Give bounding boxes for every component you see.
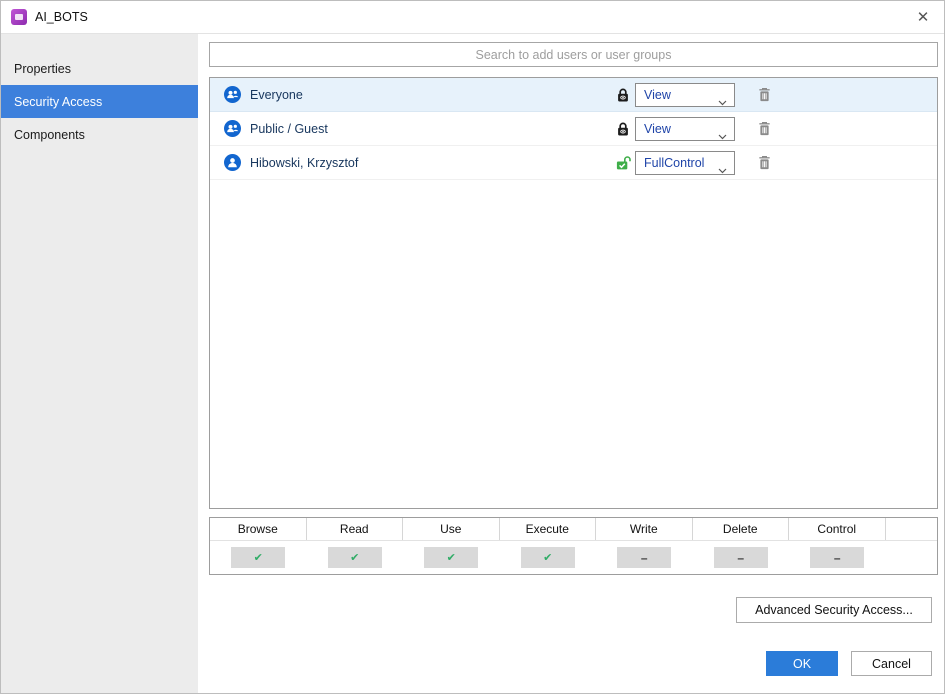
advanced-security-access-button[interactable]: Advanced Security Access... — [736, 597, 932, 623]
perm-column-write: Write — [596, 518, 693, 540]
permission-value: View — [644, 88, 671, 102]
locked-padlock-icon — [615, 121, 631, 137]
perm-value-cell: ✔ — [307, 547, 404, 568]
sidebar-item-label: Components — [14, 128, 85, 142]
app-icon — [11, 9, 27, 25]
permission-value: View — [644, 122, 671, 136]
permission-value: FullControl — [644, 156, 704, 170]
sidebar-item-label: Security Access — [14, 95, 102, 109]
perm-value-cell: ✔ — [210, 547, 307, 568]
cancel-button[interactable]: Cancel — [851, 651, 932, 676]
user-row[interactable]: Hibowski, Krzysztof FullControl — [210, 146, 937, 180]
perm-value-cell: – — [596, 547, 693, 568]
perm-granted-chip: ✔ — [424, 547, 478, 568]
user-list: Everyone View — [209, 77, 938, 509]
perm-denied-chip: – — [617, 547, 671, 568]
user-row[interactable]: Public / Guest View — [210, 112, 937, 146]
sidebar-item-label: Properties — [14, 62, 71, 76]
user-person-icon — [224, 154, 241, 171]
perm-value-cell: ✔ — [403, 547, 500, 568]
security-access-dialog: AI_BOTS ✕ Properties Security Access Com… — [0, 0, 945, 694]
perm-column-read: Read — [307, 518, 404, 540]
user-group-icon — [224, 120, 241, 137]
permission-select[interactable]: View — [635, 83, 735, 107]
perm-column-control: Control — [789, 518, 886, 540]
perm-value-cell: ✔ — [500, 547, 597, 568]
sidebar-item-components[interactable]: Components — [1, 118, 198, 151]
perm-column-browse: Browse — [210, 518, 307, 540]
permission-select[interactable]: FullControl — [635, 151, 735, 175]
unlocked-padlock-icon — [615, 155, 631, 171]
sidebar-nav: Properties Security Access Components — [1, 34, 198, 693]
chevron-down-icon — [718, 127, 727, 145]
perm-granted-chip: ✔ — [328, 547, 382, 568]
perm-denied-chip: – — [810, 547, 864, 568]
perm-column-execute: Execute — [500, 518, 597, 540]
chevron-down-icon — [718, 161, 727, 179]
perm-granted-chip: ✔ — [521, 547, 575, 568]
user-name: Everyone — [250, 88, 303, 102]
ok-button[interactable]: OK — [766, 651, 838, 676]
permissions-table-values: ✔ ✔ ✔ ✔ – – – — [210, 541, 937, 574]
permission-select[interactable]: View — [635, 117, 735, 141]
locked-padlock-icon — [615, 87, 631, 103]
perm-column-delete: Delete — [693, 518, 790, 540]
window-title: AI_BOTS — [35, 10, 88, 24]
permissions-table: BrowseReadUseExecuteWriteDeleteControl ✔… — [209, 517, 938, 575]
sidebar-item-properties[interactable]: Properties — [1, 52, 198, 85]
delete-user-icon[interactable] — [755, 120, 773, 139]
user-group-icon — [224, 86, 241, 103]
sidebar-item-security-access[interactable]: Security Access — [1, 85, 198, 118]
chevron-down-icon — [718, 93, 727, 111]
user-name: Hibowski, Krzysztof — [250, 156, 358, 170]
search-box — [209, 42, 938, 67]
search-input[interactable] — [209, 42, 938, 67]
perm-granted-chip: ✔ — [231, 547, 285, 568]
delete-user-icon[interactable] — [755, 154, 773, 173]
user-name: Public / Guest — [250, 122, 328, 136]
perm-column-use: Use — [403, 518, 500, 540]
permissions-table-header: BrowseReadUseExecuteWriteDeleteControl — [210, 518, 937, 541]
perm-value-cell: – — [693, 547, 790, 568]
titlebar: AI_BOTS ✕ — [1, 1, 944, 34]
user-row[interactable]: Everyone View — [210, 78, 937, 112]
delete-user-icon[interactable] — [755, 86, 773, 105]
perm-value-cell: – — [789, 547, 886, 568]
perm-denied-chip: – — [714, 547, 768, 568]
close-icon[interactable]: ✕ — [913, 7, 933, 27]
